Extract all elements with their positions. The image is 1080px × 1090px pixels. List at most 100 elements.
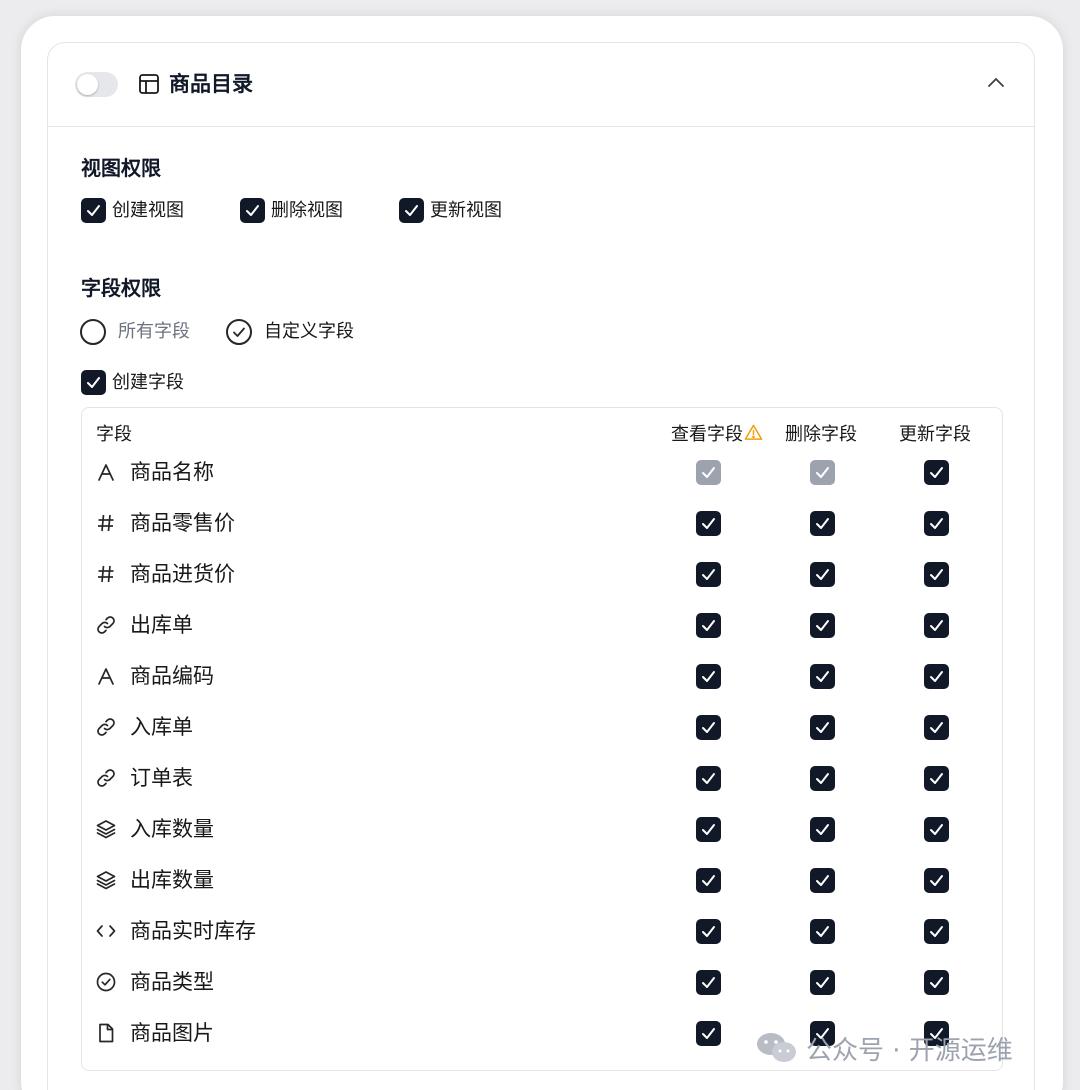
column-header-view-label: 查看字段 <box>671 424 743 445</box>
delete-field-checkbox[interactable] <box>810 562 835 587</box>
update-field-checkbox[interactable] <box>924 715 949 740</box>
update-field-checkbox[interactable] <box>924 817 949 842</box>
check-icon <box>702 926 715 937</box>
check-icon <box>930 875 943 886</box>
card-title: 商品目录 <box>169 72 253 96</box>
delete-field-checkbox[interactable] <box>810 613 835 638</box>
delete-field-checkbox <box>810 460 835 485</box>
table-row: 入库单 <box>82 713 1002 764</box>
check-icon <box>816 467 829 478</box>
field-name: 商品进货价 <box>130 562 235 586</box>
view-field-checkbox[interactable] <box>696 715 721 740</box>
delete-field-checkbox[interactable] <box>810 511 835 536</box>
warning-icon[interactable] <box>744 423 763 442</box>
create-field-checkbox[interactable] <box>81 370 106 395</box>
column-header-delete: 删除字段 <box>785 424 857 445</box>
check-icon <box>930 620 943 631</box>
delete-field-checkbox[interactable] <box>810 919 835 944</box>
check-icon <box>930 773 943 784</box>
update-view-label: 更新视图 <box>430 200 502 221</box>
check-icon <box>816 773 829 784</box>
file-icon <box>99 1023 114 1043</box>
view-field-checkbox[interactable] <box>696 970 721 995</box>
column-header-view: 查看字段 <box>671 422 763 448</box>
table-permission-card: 商品目录 视图权限 创建视图 删除视图 更新视图 字段权限 所有字段 自定义字段 <box>47 42 1035 1090</box>
field-name: 入库数量 <box>130 817 214 841</box>
delete-field-checkbox[interactable] <box>810 664 835 689</box>
delete-view-label: 删除视图 <box>271 200 343 221</box>
field-name: 商品类型 <box>130 970 214 994</box>
column-header-update: 更新字段 <box>899 424 971 445</box>
delete-field-checkbox[interactable] <box>810 817 835 842</box>
check-icon <box>702 977 715 988</box>
field-name: 商品实时库存 <box>130 919 256 943</box>
field-name: 订单表 <box>130 766 193 790</box>
delete-field-checkbox[interactable] <box>810 970 835 995</box>
field-name: 商品图片 <box>130 1021 214 1045</box>
delete-view-checkbox[interactable] <box>240 198 265 223</box>
table-row: 商品类型 <box>82 968 1002 1019</box>
check-icon <box>930 926 943 937</box>
table-row: 出库数量 <box>82 866 1002 917</box>
update-field-checkbox[interactable] <box>924 919 949 944</box>
update-field-checkbox[interactable] <box>924 766 949 791</box>
view-field-checkbox[interactable] <box>696 664 721 689</box>
check-icon <box>702 467 715 478</box>
check-icon <box>233 327 245 337</box>
chevron-up-icon[interactable] <box>985 72 1007 94</box>
table-row: 出库单 <box>82 611 1002 662</box>
delete-field-checkbox[interactable] <box>810 766 835 791</box>
watermark-text: 公众号 · 开源运维 <box>806 1035 1013 1066</box>
link-icon <box>97 718 115 736</box>
wechat-icon <box>757 1033 796 1062</box>
delete-field-checkbox[interactable] <box>810 868 835 893</box>
check-icon <box>816 824 829 835</box>
delete-field-checkbox[interactable] <box>810 715 835 740</box>
check-icon <box>816 518 829 529</box>
view-field-checkbox[interactable] <box>696 613 721 638</box>
text-type-icon <box>98 668 114 685</box>
view-field-checkbox[interactable] <box>696 766 721 791</box>
create-field-label: 创建字段 <box>112 372 184 393</box>
update-field-checkbox[interactable] <box>924 868 949 893</box>
view-permissions-title: 视图权限 <box>81 156 161 180</box>
update-field-checkbox[interactable] <box>924 460 949 485</box>
update-field-checkbox[interactable] <box>924 970 949 995</box>
field-name: 入库单 <box>130 715 193 739</box>
check-icon <box>930 518 943 529</box>
view-field-checkbox[interactable] <box>696 511 721 536</box>
custom-fields-label[interactable]: 自定义字段 <box>264 319 354 345</box>
all-fields-radio[interactable] <box>80 319 106 345</box>
view-field-checkbox[interactable] <box>696 562 721 587</box>
field-permission-table: 字段 查看字段 删除字段 更新字段 商品名称 商品零售价 商品进货价 出库单 商品编码入… <box>81 407 1003 1071</box>
view-field-checkbox[interactable] <box>696 919 721 944</box>
layers-icon <box>96 820 116 839</box>
view-field-checkbox[interactable] <box>696 868 721 893</box>
check-icon <box>816 620 829 631</box>
create-view-checkbox[interactable] <box>81 198 106 223</box>
check-icon <box>930 671 943 682</box>
view-field-checkbox[interactable] <box>696 1021 721 1046</box>
circle-check-icon <box>96 972 116 992</box>
check-icon <box>930 722 943 733</box>
check-icon <box>816 722 829 733</box>
custom-fields-radio[interactable] <box>226 319 252 345</box>
field-name: 商品名称 <box>130 460 214 484</box>
all-fields-label[interactable]: 所有字段 <box>118 319 190 345</box>
check-icon <box>816 671 829 682</box>
check-icon <box>930 569 943 580</box>
watermark: 公众号 · 开源运维 <box>756 1030 1013 1066</box>
view-field-checkbox <box>696 460 721 485</box>
update-view-checkbox[interactable] <box>399 198 424 223</box>
view-field-checkbox[interactable] <box>696 817 721 842</box>
table-row: 商品编码 <box>82 662 1002 713</box>
update-field-checkbox[interactable] <box>924 613 949 638</box>
table-enable-toggle[interactable] <box>75 72 118 97</box>
update-field-checkbox[interactable] <box>924 562 949 587</box>
update-field-checkbox[interactable] <box>924 511 949 536</box>
table-row: 商品零售价 <box>82 509 1002 560</box>
update-field-checkbox[interactable] <box>924 664 949 689</box>
text-type-icon <box>98 464 114 481</box>
card-header[interactable]: 商品目录 <box>48 43 1034 127</box>
check-icon <box>702 620 715 631</box>
